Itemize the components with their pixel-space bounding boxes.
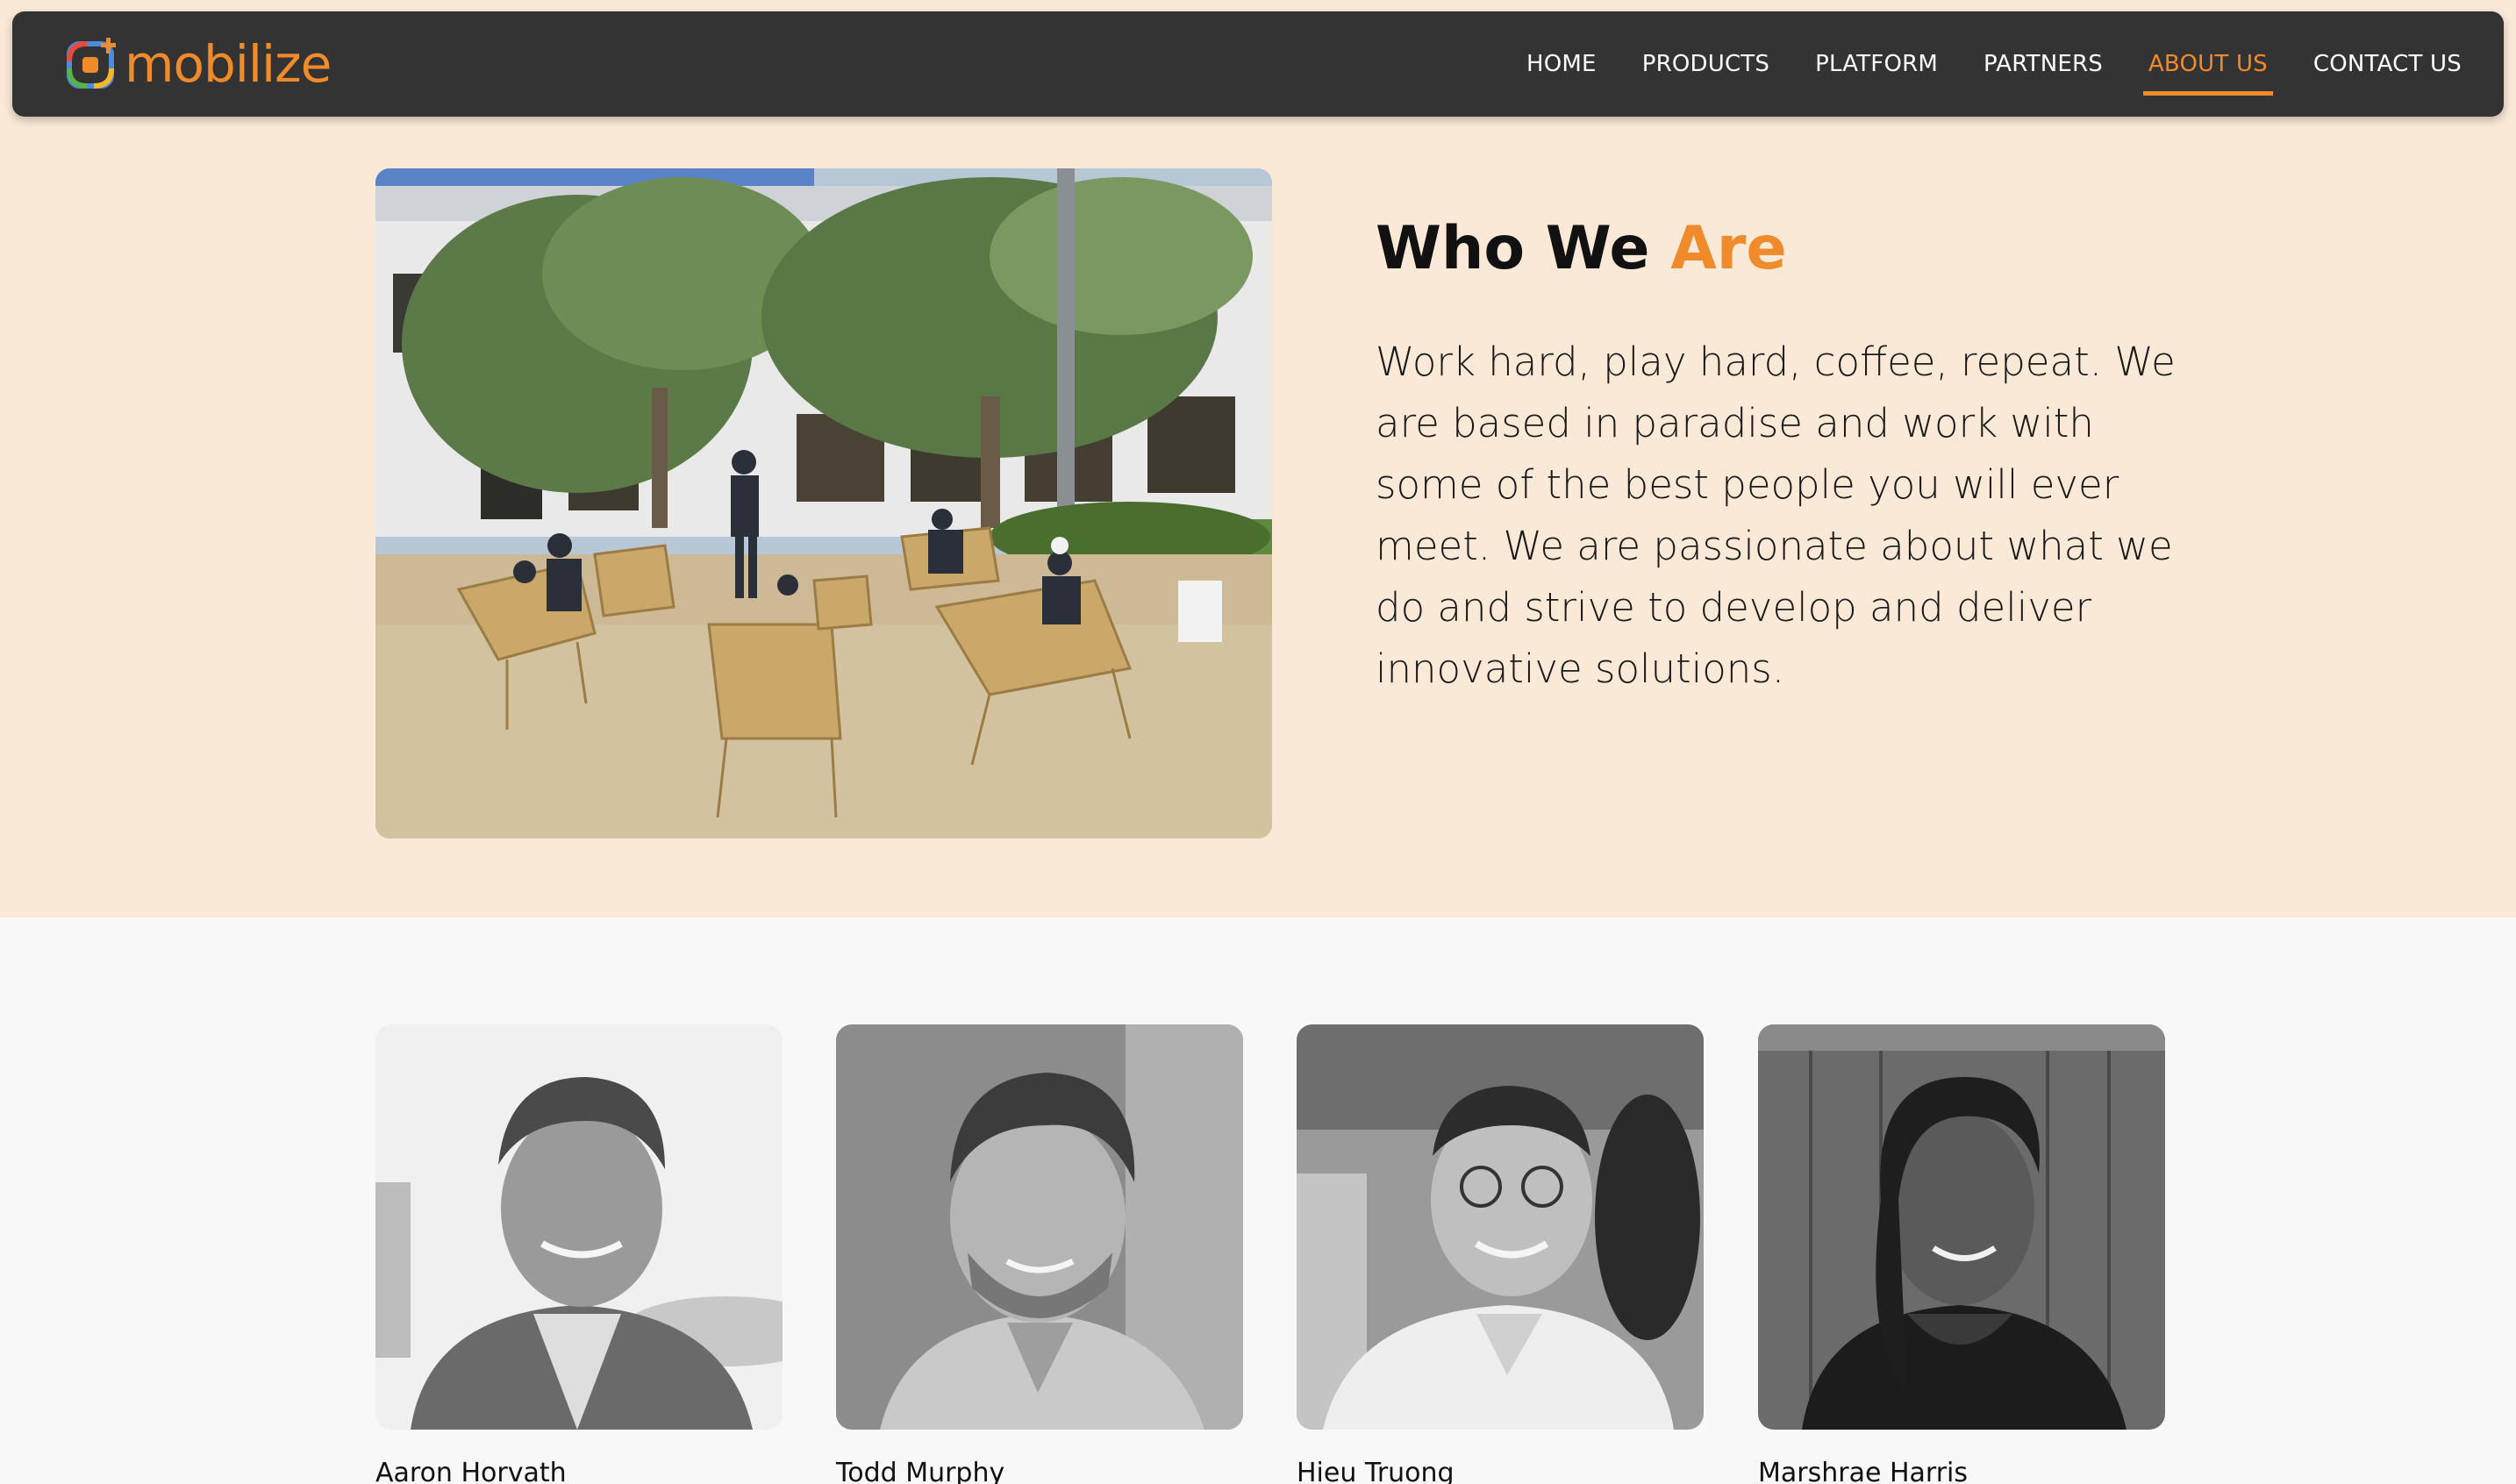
logo-wordmark: mobilize: [125, 34, 332, 94]
portrait-image: [1758, 1024, 2165, 1430]
nav-item-contact-us[interactable]: CONTACT US: [2313, 11, 2462, 117]
mobilize-logo[interactable]: mobilize: [65, 31, 332, 97]
team-member-name: Hieu Truong: [1297, 1458, 1455, 1484]
team-member-photo: [836, 1024, 1243, 1430]
portrait-image: [1297, 1024, 1704, 1430]
team-member-card[interactable]: Hieu Truong: [1297, 1024, 1704, 1484]
team-member-card[interactable]: Marshrae Harris: [1758, 1024, 2165, 1484]
team-member-card[interactable]: Todd Murphy: [836, 1024, 1243, 1484]
team-member-photo: [375, 1024, 783, 1430]
team-member-name: Todd Murphy: [836, 1458, 1005, 1484]
about-description: Work hard, play hard, coffee, repeat. We…: [1376, 339, 2176, 692]
team-member-photo: [1297, 1024, 1704, 1430]
page-title: Who We Are: [1376, 214, 1786, 283]
title-prefix: Who We: [1376, 214, 1671, 283]
team-member-name: Marshrae Harris: [1758, 1458, 1969, 1484]
title-accent: Are: [1670, 214, 1787, 283]
nav-item-partners[interactable]: PARTNERS: [1983, 11, 2103, 117]
nav-item-about-us[interactable]: ABOUT US: [2142, 11, 2273, 117]
portrait-image: [836, 1024, 1243, 1430]
team-member-card[interactable]: Aaron Horvath: [375, 1024, 783, 1484]
team-member-name: Aaron Horvath: [375, 1458, 567, 1484]
team-outdoor-photo: [375, 168, 1272, 838]
team-member-photo: [1758, 1024, 2165, 1430]
portrait-image: [375, 1024, 783, 1430]
nav-item-products[interactable]: PRODUCTS: [1642, 11, 1769, 117]
team-outdoor-photo-image: [375, 168, 1272, 838]
nav-item-platform[interactable]: PLATFORM: [1815, 11, 1938, 117]
mobilize-logo-mark-icon: [67, 38, 116, 89]
main-nav: HOME PRODUCTS PLATFORM PARTNERS ABOUT US…: [1481, 11, 2462, 117]
nav-item-home[interactable]: HOME: [1526, 11, 1597, 117]
top-navbar: mobilize HOME PRODUCTS PLATFORM PARTNERS…: [12, 11, 2504, 117]
